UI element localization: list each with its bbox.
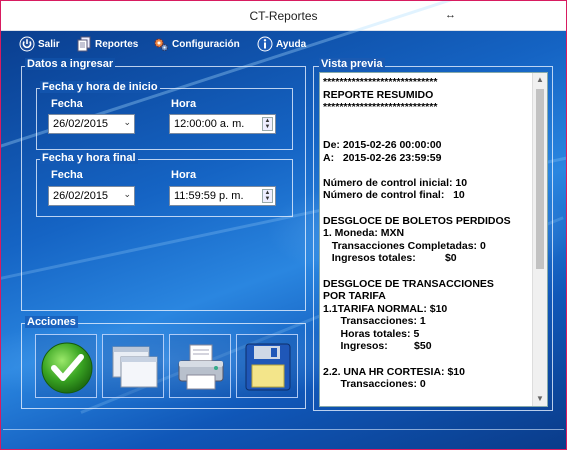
menu-label-reportes: Reportes bbox=[95, 38, 139, 50]
report-line: Horas totales: 5 bbox=[323, 327, 420, 340]
spin-updown-icon[interactable]: ▲ ▼ bbox=[262, 189, 273, 203]
window-title: CT-Reportes bbox=[249, 9, 318, 23]
report-line: Número de control final: 10 bbox=[323, 189, 465, 202]
printer-icon bbox=[178, 344, 224, 390]
title-bar: CT-Reportes ↔ bbox=[1, 1, 566, 31]
documents-icon bbox=[76, 36, 92, 52]
accept-button[interactable] bbox=[35, 334, 97, 398]
menu-bar: Salir Reportes Configuración Ayuda bbox=[1, 31, 566, 55]
scroll-up-icon[interactable]: ▲ bbox=[533, 73, 547, 87]
report-line: 2.2. UNA HR CORTESIA: $10 bbox=[323, 365, 465, 378]
final-group-title: Fecha y hora final bbox=[40, 152, 138, 164]
report-line bbox=[323, 164, 529, 177]
resize-cursor-icon: ↔ bbox=[445, 9, 456, 21]
final-fecha-value: 26/02/2015 bbox=[53, 190, 109, 202]
report-line: De: 2015-02-26 00:00:00 bbox=[323, 138, 442, 151]
report-line: **************************** bbox=[323, 101, 438, 114]
report-preview[interactable]: **************************** REPORTE RESU… bbox=[319, 72, 548, 407]
menu-label-salir: Salir bbox=[38, 38, 60, 50]
report-line: REPORTE RESUMIDO bbox=[323, 88, 434, 101]
spin-updown-icon[interactable]: ▲ ▼ bbox=[262, 117, 273, 131]
menu-item-configuracion[interactable]: Configuración bbox=[153, 35, 240, 53]
inicio-hora-value: 12:00:00 a. m. bbox=[174, 118, 245, 130]
menu-item-reportes[interactable]: Reportes bbox=[76, 35, 138, 53]
report-line: 1.1TARIFA NORMAL: $10 bbox=[323, 302, 448, 315]
menu-item-ayuda[interactable]: Ayuda bbox=[257, 35, 306, 53]
report-line: Número de control inicial: 10 bbox=[323, 176, 468, 189]
power-icon bbox=[19, 36, 35, 52]
scroll-thumb[interactable] bbox=[536, 89, 544, 269]
app-window: CT-Reportes ↔ Salir Reportes Configuraci… bbox=[0, 0, 567, 450]
final-fecha-label: Fecha bbox=[51, 169, 83, 181]
report-line: DESGLOCE DE BOLETOS PERDIDOS bbox=[323, 214, 511, 227]
checkmark-icon bbox=[41, 342, 93, 394]
report-line bbox=[323, 114, 529, 127]
menu-label-ayuda: Ayuda bbox=[276, 38, 307, 50]
print-button[interactable] bbox=[169, 334, 231, 398]
report-line: Transacciones: 1 bbox=[323, 315, 426, 328]
scroll-down-icon[interactable]: ▼ bbox=[533, 392, 547, 406]
inicio-fecha-label: Fecha bbox=[51, 98, 83, 110]
inicio-fecha-picker[interactable]: 26/02/2015 ⌄ bbox=[48, 114, 135, 134]
report-line: **************************** bbox=[323, 76, 438, 88]
report-line: Transacciones Completadas: 0 bbox=[323, 239, 486, 252]
report-line bbox=[323, 265, 529, 278]
report-line: 1. Moneda: MXN bbox=[323, 227, 405, 240]
report-line: DESGLOCE DE TRANSACCIONES bbox=[323, 277, 494, 290]
menu-label-configuracion: Configuración bbox=[172, 38, 240, 50]
acciones-group-title: Acciones bbox=[25, 316, 78, 328]
menu-item-salir[interactable]: Salir bbox=[19, 35, 60, 53]
vista-previa-title: Vista previa bbox=[319, 58, 385, 70]
report-line: Ingresos: $50 bbox=[323, 340, 432, 353]
report-line bbox=[323, 126, 529, 139]
report-line: A: 2015-02-26 23:59:59 bbox=[323, 151, 442, 164]
inicio-fecha-value: 26/02/2015 bbox=[53, 118, 109, 130]
report-line bbox=[323, 353, 529, 366]
save-button[interactable] bbox=[236, 334, 298, 398]
report-line bbox=[323, 202, 529, 215]
windows-icon bbox=[112, 346, 158, 388]
chevron-down-icon[interactable]: ⌄ bbox=[123, 117, 131, 128]
gears-icon bbox=[153, 36, 169, 52]
chevron-down-icon[interactable]: ⌄ bbox=[123, 189, 131, 200]
info-icon bbox=[257, 36, 273, 52]
report-line: POR TARIFA bbox=[323, 290, 386, 303]
report-text: **************************** REPORTE RESU… bbox=[323, 76, 529, 391]
preview-scrollbar[interactable]: ▲ ▼ bbox=[532, 73, 547, 406]
report-line: Ingresos totales: $0 bbox=[323, 252, 457, 265]
status-bar bbox=[3, 429, 564, 447]
floppy-disk-icon bbox=[245, 343, 291, 391]
final-hora-picker[interactable]: 11:59:59 p. m. ▲ ▼ bbox=[169, 186, 276, 206]
inicio-hora-label: Hora bbox=[171, 98, 197, 110]
final-hora-label: Hora bbox=[171, 169, 197, 181]
inicio-group-title: Fecha y hora de inicio bbox=[40, 81, 160, 93]
windows-button[interactable] bbox=[102, 334, 164, 398]
report-line: Transacciones: 0 bbox=[323, 378, 426, 391]
inicio-hora-picker[interactable]: 12:00:00 a. m. ▲ ▼ bbox=[169, 114, 276, 134]
final-hora-value: 11:59:59 p. m. bbox=[174, 190, 244, 202]
datos-group-title: Datos a ingresar bbox=[25, 58, 116, 70]
final-fecha-picker[interactable]: 26/02/2015 ⌄ bbox=[48, 186, 135, 206]
